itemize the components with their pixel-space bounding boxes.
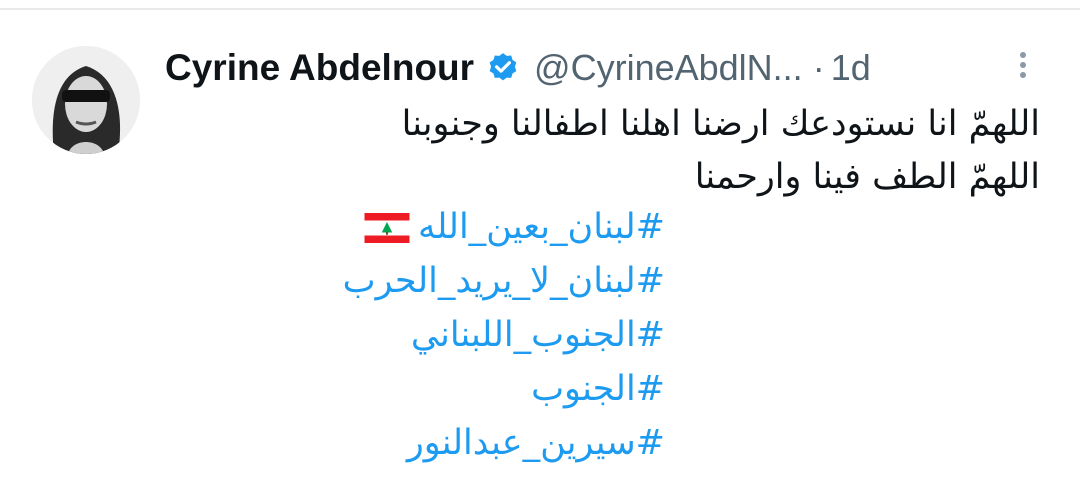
hashtag-link[interactable]: #سيرين_عبدالنور — [407, 416, 665, 470]
hashtag-link[interactable]: #الجنوب_اللبناني — [411, 308, 665, 362]
separator-dot: · — [812, 47, 825, 88]
verified-badge-icon — [489, 53, 517, 81]
tweet-text: اللهمّ انا نستودعك ارضنا اهلنا اطفالنا و… — [160, 98, 1040, 204]
hashtag-link[interactable]: #لبنان_بعين_الله — [364, 200, 665, 254]
tweet-line: اللهمّ انا نستودعك ارضنا اهلنا اطفالنا و… — [401, 104, 1040, 144]
author-handle[interactable]: @CyrineAbdlN... — [534, 47, 803, 89]
tweet-header: Cyrine Abdelnour @CyrineAbdlN... · 1d — [165, 38, 1045, 98]
hashtag-link[interactable]: #الجنوب — [531, 362, 665, 416]
author-name[interactable]: Cyrine Abdelnour — [165, 47, 474, 89]
lebanon-flag-icon — [364, 213, 410, 243]
avatar[interactable] — [32, 46, 140, 154]
more-options-icon[interactable] — [1014, 48, 1032, 90]
hashtag-link[interactable]: #لبنان_لا_يريد_الحرب — [343, 254, 665, 308]
tweet-line: اللهمّ الطف فينا وارحمنا — [694, 157, 1040, 197]
hashtag-list: #لبنان_بعين_الله #لبنان_لا_يريد_الحرب #ا… — [165, 200, 665, 470]
tweet-timestamp[interactable]: 1d — [831, 47, 871, 89]
top-divider — [0, 8, 1080, 10]
